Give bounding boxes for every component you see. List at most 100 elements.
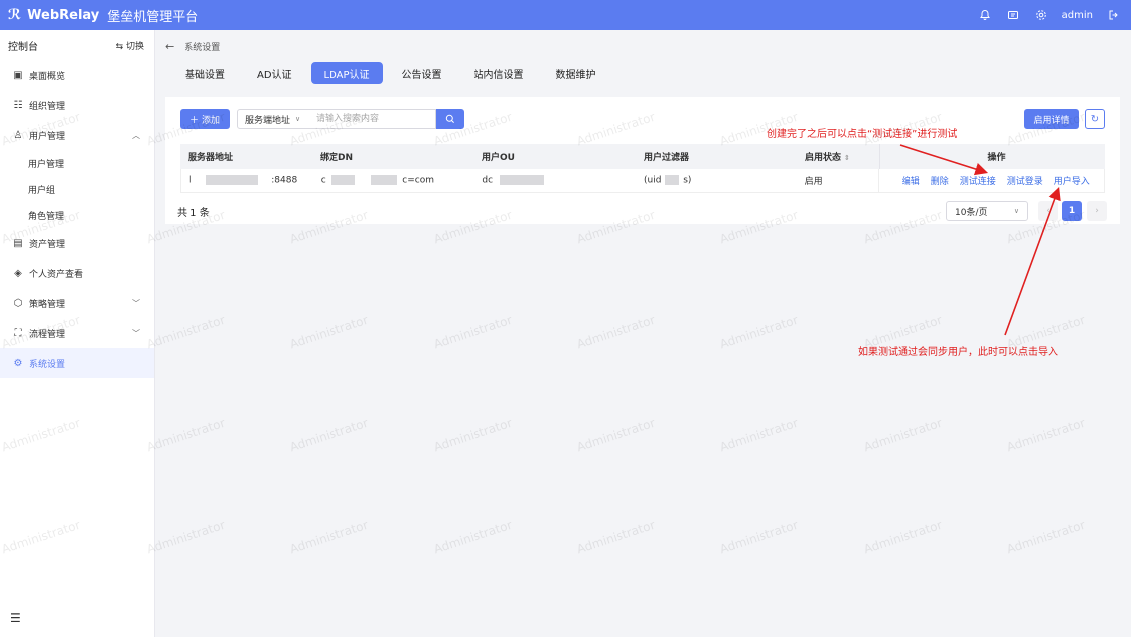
users-icon: ♙ xyxy=(13,129,23,141)
layers-icon: ◈ xyxy=(14,267,22,279)
redacted-block xyxy=(206,175,259,186)
settings-tabs: 基础设置 AD认证 LDAP认证 公告设置 站内信设置 数据维护 xyxy=(172,61,615,85)
id-card-icon[interactable] xyxy=(1006,8,1020,22)
col-user-ou: 用户OU xyxy=(482,153,515,163)
sidebar-item-dashboard[interactable]: ▣ 桌面概览 xyxy=(0,60,154,90)
search-field-value: 服务端地址 xyxy=(245,115,291,126)
submenu-user-group[interactable]: 用户组 xyxy=(0,176,154,202)
asset-doc-icon: ▤ xyxy=(13,237,23,249)
ou-prefix: dc xyxy=(482,175,494,186)
search-field-select[interactable]: 服务端地址 ∨ xyxy=(237,109,310,129)
sidebar-item-policy[interactable]: ⬡ 策略管理 ﹀ xyxy=(0,288,154,318)
tab-internal-message[interactable]: 站内信设置 xyxy=(461,62,537,84)
page-number-button[interactable]: 1 xyxy=(1062,201,1082,221)
delete-link[interactable]: 删除 xyxy=(931,174,949,187)
monitor-icon: ▣ xyxy=(13,69,23,81)
search-button[interactable] xyxy=(436,109,464,129)
back-arrow-icon[interactable]: ← xyxy=(165,40,174,53)
sidebar-header: 控制台 ⇆ 切换 xyxy=(0,30,154,60)
test-login-link[interactable]: 测试登录 xyxy=(1007,174,1043,187)
watermark-text: Administrator xyxy=(431,415,514,455)
sidebar-item-assets[interactable]: ▤ 资产管理 xyxy=(0,228,154,258)
user-import-link[interactable]: 用户导入 xyxy=(1054,174,1090,187)
webrelay-logo-icon: ℛ xyxy=(8,7,22,23)
sidebar: 控制台 ⇆ 切换 ▣ 桌面概览 ☷ 组织管理 ♙ 用户管理 ︿ 用户管理 用户组… xyxy=(0,30,155,637)
col-status[interactable]: 启用状态 ⇕ xyxy=(797,150,879,163)
bell-icon[interactable] xyxy=(978,8,992,22)
switch-button[interactable]: ⇆ 切换 xyxy=(116,39,144,52)
watermark-text: Administrator xyxy=(287,312,370,352)
test-connection-link[interactable]: 测试连接 xyxy=(960,174,996,187)
console-title: 控制台 xyxy=(8,41,38,53)
tab-ad[interactable]: AD认证 xyxy=(244,62,305,84)
add-button[interactable]: ＋ 添加 xyxy=(180,109,230,129)
page-size-select[interactable]: 10条/页 ∨ xyxy=(946,201,1028,221)
logo[interactable]: ℛ WebRelay 堡垒机管理平台 xyxy=(0,6,198,25)
filter-suffix: s) xyxy=(683,175,692,186)
brand-name: WebRelay xyxy=(27,7,100,23)
chevron-left-icon: ‹ xyxy=(1046,206,1050,216)
watermark-text: Administrator xyxy=(431,312,514,352)
filter-prefix: (uid xyxy=(644,175,662,186)
cell-actions: 编辑 删除 测试连接 测试登录 用户导入 xyxy=(878,168,1104,193)
watermark-text: Administrator xyxy=(287,415,370,455)
annotation-arrows xyxy=(899,144,1061,336)
chevron-down-icon: ∨ xyxy=(295,115,301,123)
enable-detail-button[interactable]: 启用详情 xyxy=(1024,109,1079,129)
tab-basic[interactable]: 基础设置 xyxy=(172,62,238,84)
breadcrumb: ← 系统设置 xyxy=(165,38,220,54)
search-icon xyxy=(445,114,454,123)
sidebar-item-flow[interactable]: ⛶ 流程管理 ﹀ xyxy=(0,318,154,348)
switch-label: 切换 xyxy=(125,41,144,52)
org-tree-icon: ☷ xyxy=(13,99,23,111)
chevron-right-icon: › xyxy=(1095,206,1099,216)
tab-data-maintenance[interactable]: 数据维护 xyxy=(543,62,609,84)
watermark-text: Administrator xyxy=(431,517,514,557)
add-label: 添加 xyxy=(201,115,220,126)
watermark-text: Administrator xyxy=(574,312,657,352)
tab-announcement[interactable]: 公告设置 xyxy=(389,62,455,84)
watermark-text: Administrator xyxy=(861,517,944,557)
sidebar-item-label: 组织管理 xyxy=(29,101,66,112)
flow-icon: ⛶ xyxy=(14,327,22,339)
server-suffix: :8488 xyxy=(271,175,298,186)
platform-title: 堡垒机管理平台 xyxy=(107,9,199,25)
search-input[interactable] xyxy=(309,109,436,129)
cell-status: 启用 xyxy=(804,177,823,187)
top-header: ℛ WebRelay 堡垒机管理平台 admin xyxy=(0,0,1131,30)
breadcrumb-label: 系统设置 xyxy=(184,42,221,53)
tab-ldap[interactable]: LDAP认证 xyxy=(310,62,383,84)
sidebar-item-label: 用户管理 xyxy=(29,131,66,142)
user-name[interactable]: admin xyxy=(1062,10,1093,21)
ldap-panel: ＋ 添加 服务端地址 ∨ 启用详情 ↻ 服务器地址 绑定DN 用户OU 用户过滤… xyxy=(165,97,1120,224)
logout-icon[interactable] xyxy=(1107,8,1121,22)
cell-user-ou: dc xyxy=(474,175,636,186)
sort-icon[interactable]: ⇕ xyxy=(844,154,850,162)
sidebar-item-users[interactable]: ♙ 用户管理 ︿ xyxy=(0,120,154,150)
collapse-menu-icon[interactable]: ☰ xyxy=(10,611,21,625)
submenu-role-manage[interactable]: 角色管理 xyxy=(0,202,154,228)
submenu-user-manage[interactable]: 用户管理 xyxy=(0,150,154,176)
sidebar-item-label: 系统设置 xyxy=(29,359,66,370)
refresh-button[interactable]: ↻ xyxy=(1085,109,1105,129)
next-page-button[interactable]: › xyxy=(1087,201,1107,221)
redacted-block xyxy=(371,175,398,186)
edit-link[interactable]: 编辑 xyxy=(902,174,920,187)
annotation-test-connection: 创建完了之后可以点击“测试连接”进行测试 xyxy=(767,129,958,140)
watermark-text: Administrator xyxy=(574,415,657,455)
sidebar-item-org[interactable]: ☷ 组织管理 xyxy=(0,90,154,120)
watermark-text: Administrator xyxy=(717,415,800,455)
page-size-value: 10条/页 xyxy=(955,207,988,218)
col-actions: 操作 xyxy=(879,144,1105,169)
dn-suffix: c=com xyxy=(402,175,435,186)
redacted-block xyxy=(665,175,680,186)
watermark-text: Administrator xyxy=(861,415,944,455)
sidebar-item-personal-assets[interactable]: ◈ 个人资产查看 xyxy=(0,258,154,288)
gear-icon[interactable] xyxy=(1034,8,1048,22)
watermark-text: Administrator xyxy=(1004,517,1087,557)
cell-server: l :8488 xyxy=(181,175,313,186)
watermark-text: Administrator xyxy=(144,517,227,557)
prev-page-button[interactable]: ‹ xyxy=(1038,201,1058,221)
sidebar-item-settings[interactable]: ⚙ 系统设置 xyxy=(0,348,154,378)
cube-icon: ⬡ xyxy=(13,297,23,309)
